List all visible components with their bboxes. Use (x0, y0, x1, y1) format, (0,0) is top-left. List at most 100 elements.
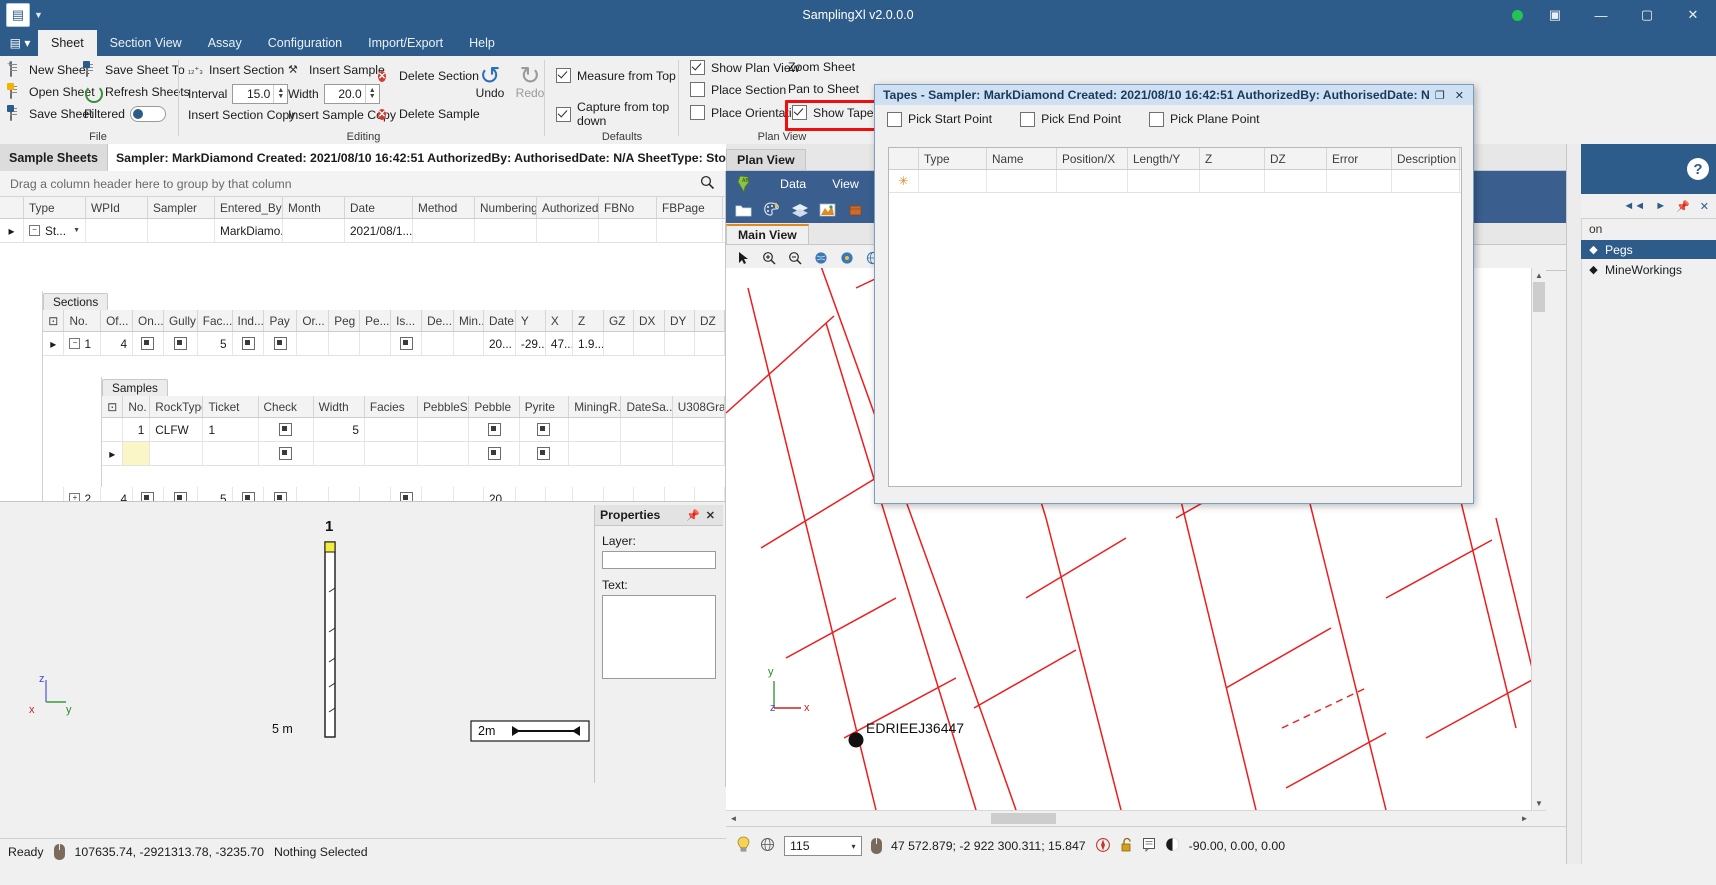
checkbox-icon[interactable] (274, 337, 287, 350)
header-pebblesi[interactable]: PebbleSi... (418, 396, 469, 417)
header-de[interactable]: De... (422, 310, 454, 331)
main-view-tab[interactable]: Main View (726, 224, 809, 244)
header-selector-icon[interactable]: ⊡ (43, 310, 64, 331)
dock-item-mineworkings[interactable]: ◆ MineWorkings (1581, 260, 1716, 279)
chart-icon[interactable] (818, 201, 837, 219)
layers-icon[interactable] (790, 201, 809, 219)
globe-settings-icon[interactable] (838, 249, 856, 267)
header-pyrite[interactable]: Pyrite (520, 396, 569, 417)
cell-peg[interactable] (329, 332, 360, 355)
header-sample-no[interactable]: No. (123, 396, 150, 417)
open-sheet-button[interactable]: Open Sheet (8, 84, 95, 100)
cell-facies[interactable] (365, 418, 418, 441)
pin-icon[interactable]: 📌 (683, 509, 703, 522)
zoom-sheet-button[interactable]: Zoom Sheet (788, 60, 855, 74)
insert-section-button[interactable]: ₁₂⁺₃ Insert Section (188, 62, 284, 78)
palette-icon[interactable] (762, 201, 781, 219)
save-sheet-to-button[interactable]: Save Sheet To (84, 62, 185, 78)
cell-pebble[interactable] (469, 418, 519, 441)
header-peg[interactable]: Peg (329, 310, 360, 331)
horizontal-scroll-thumb[interactable] (991, 813, 1056, 824)
checkbox-icon[interactable] (792, 105, 807, 120)
header-no[interactable]: No. (64, 310, 101, 331)
header-type[interactable]: Type (24, 197, 86, 218)
tab-section-view[interactable]: Section View (97, 30, 195, 56)
angle-icon[interactable] (1165, 837, 1180, 855)
header-width[interactable]: Width (314, 396, 365, 417)
checkbox-icon[interactable] (1020, 112, 1035, 127)
header-wpid[interactable]: WPId (86, 197, 148, 218)
header-gz[interactable]: GZ (604, 310, 634, 331)
cell-pyrite[interactable] (520, 442, 569, 465)
cell-width[interactable] (314, 442, 365, 465)
header-date[interactable]: Date (345, 197, 413, 218)
canvas-vertical-scrollbar[interactable]: ▲ ▼ (1531, 268, 1546, 810)
minimize-button[interactable]: — (1578, 0, 1624, 30)
tapes-header-error[interactable]: Error (1327, 148, 1392, 169)
header-method[interactable]: Method (413, 197, 475, 218)
header-sampler[interactable]: Sampler (148, 197, 215, 218)
cell-u308gra[interactable] (673, 442, 725, 465)
width-stepper[interactable]: ▲▼ (324, 84, 380, 104)
cell-entered-by[interactable]: MarkDiamo... (215, 219, 283, 242)
tapes-header-length-y[interactable]: Length/Y (1128, 148, 1200, 169)
scroll-down-icon[interactable]: ▼ (1532, 796, 1546, 810)
folder-icon[interactable] (734, 201, 753, 219)
tapes-cell-position-x[interactable] (1057, 170, 1128, 192)
header-ind[interactable]: Ind... (233, 310, 265, 331)
header-numbering[interactable]: Numbering (475, 197, 537, 218)
tapes-close-button[interactable]: ✕ (1450, 89, 1469, 102)
header-datesa[interactable]: DateSa... (621, 396, 672, 417)
ribbon-menu-icon[interactable]: ▤ ▾ (8, 33, 32, 53)
checkbox-icon[interactable] (174, 337, 187, 350)
text-input[interactable] (602, 595, 716, 679)
cell-pebblesi[interactable] (418, 442, 469, 465)
tapes-header-name[interactable]: Name (987, 148, 1057, 169)
search-icon[interactable] (700, 175, 715, 193)
place-section-checkbox[interactable]: Place Section (690, 82, 786, 97)
dock-nav-first-icon[interactable]: ◄◄ (1623, 200, 1645, 212)
help-icon[interactable]: ? (1687, 158, 1709, 180)
header-pay[interactable]: Pay (264, 310, 297, 331)
tapes-dialog-title-bar[interactable]: Tapes - Sampler: MarkDiamond Created: 20… (875, 85, 1473, 105)
filtered-toggle[interactable]: Filtered (84, 106, 166, 122)
checkbox-icon[interactable] (1149, 112, 1164, 127)
toggle-switch-icon[interactable] (130, 106, 166, 122)
cell-on[interactable] (133, 332, 164, 355)
new-row-marker-icon[interactable]: ✳ (889, 170, 919, 192)
cell-sampler[interactable] (148, 219, 215, 242)
header-check[interactable]: Check (259, 396, 314, 417)
cell-dx[interactable] (634, 332, 665, 355)
tab-help[interactable]: Help (456, 30, 508, 56)
header-dz[interactable]: DZ (695, 310, 725, 331)
cell-date2[interactable]: 20... (484, 332, 516, 355)
show-tapes-checkbox[interactable]: Show Tapes (792, 105, 880, 120)
table-row[interactable]: ▸ − 1 4 5 20... -29... 47... (43, 332, 725, 356)
type-dropdown-icon[interactable]: ▼ (73, 227, 80, 234)
delete-section-button[interactable]: ✕ Delete Section (378, 68, 479, 84)
header-fbno[interactable]: FBNo (599, 197, 657, 218)
checkbox-icon[interactable] (690, 105, 705, 120)
checkbox-icon[interactable] (556, 68, 571, 83)
cell-pebble[interactable] (469, 442, 519, 465)
header-entered-by[interactable]: Entered_By (215, 197, 283, 218)
maximize-button[interactable]: ▢ (1624, 0, 1670, 30)
header-miningr[interactable]: MiningR... (569, 396, 621, 417)
dock-strip[interactable] (1567, 144, 1582, 864)
lightbulb-icon[interactable] (736, 836, 751, 857)
cell-rocktype[interactable] (150, 442, 203, 465)
cell-dz[interactable] (695, 332, 725, 355)
close-icon[interactable]: ✕ (703, 509, 718, 522)
checkbox-icon[interactable] (279, 423, 292, 436)
checkbox-icon[interactable] (537, 423, 550, 436)
samples-tab[interactable]: Samples (102, 379, 168, 396)
box-icon[interactable] (846, 201, 865, 219)
tapes-header-position-x[interactable]: Position/X (1057, 148, 1128, 169)
tapes-cell-name[interactable] (987, 170, 1057, 192)
interval-input[interactable] (233, 85, 273, 103)
close-icon[interactable]: ✕ (1700, 200, 1709, 213)
delete-sample-button[interactable]: ✕ Delete Sample (378, 106, 480, 122)
header-selector-icon[interactable]: ⊡ (102, 396, 123, 417)
cell-datesa[interactable] (621, 442, 672, 465)
checkbox-icon[interactable] (690, 60, 705, 75)
